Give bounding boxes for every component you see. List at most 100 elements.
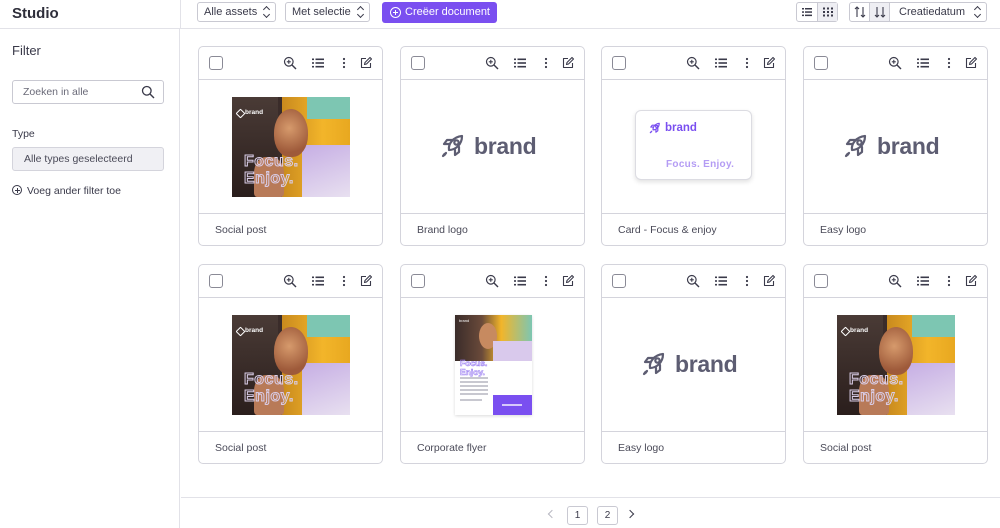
asset-card[interactable]: brand Focus. Enjoy. Corporate flyer bbox=[400, 264, 585, 464]
thumbnail-text-line2: Enjoy. bbox=[244, 170, 294, 188]
details-button[interactable] bbox=[513, 56, 527, 70]
zoom-in-icon bbox=[283, 274, 297, 288]
card-toolbar bbox=[804, 47, 987, 80]
zoom-button[interactable] bbox=[686, 274, 700, 288]
type-select[interactable]: Alle types geselecteerd bbox=[12, 147, 164, 171]
more-options-button[interactable] bbox=[942, 56, 956, 70]
card-select-checkbox[interactable] bbox=[814, 274, 828, 288]
details-button[interactable] bbox=[916, 56, 930, 70]
previous-page-chevron-icon[interactable] bbox=[547, 509, 557, 519]
edit-button[interactable] bbox=[762, 274, 776, 288]
zoom-button[interactable] bbox=[283, 274, 297, 288]
card-caption: Social post bbox=[820, 442, 872, 454]
edit-button[interactable] bbox=[359, 56, 373, 70]
card-select-checkbox[interactable] bbox=[612, 56, 626, 70]
details-button[interactable] bbox=[311, 274, 325, 288]
asset-card[interactable]: brand Focus. Enjoy. Social post bbox=[198, 46, 383, 246]
edit-icon bbox=[562, 274, 575, 287]
zoom-button[interactable] bbox=[888, 56, 902, 70]
edit-button[interactable] bbox=[964, 56, 978, 70]
next-page-chevron-icon[interactable] bbox=[625, 509, 635, 519]
sort-field-select[interactable]: Creatiedatum bbox=[890, 3, 986, 21]
details-button[interactable] bbox=[714, 274, 728, 288]
edit-button[interactable] bbox=[762, 56, 776, 70]
details-list-icon bbox=[514, 58, 526, 68]
asset-card[interactable]: brand Focus. Enjoy. Social post bbox=[803, 264, 988, 464]
edit-button[interactable] bbox=[964, 274, 978, 288]
card-select-checkbox[interactable] bbox=[411, 274, 425, 288]
zoom-button[interactable] bbox=[283, 56, 297, 70]
plus-circle-icon bbox=[12, 185, 22, 195]
card-select-checkbox[interactable] bbox=[814, 56, 828, 70]
asset-card[interactable]: brand Easy logo bbox=[601, 264, 786, 464]
add-filter-label: Voeg ander filter toe bbox=[27, 185, 121, 197]
sort-descending-button[interactable] bbox=[870, 3, 890, 21]
zoom-button[interactable] bbox=[485, 56, 499, 70]
list-view-button[interactable] bbox=[797, 3, 817, 21]
asset-card[interactable]: brand Brand logo bbox=[400, 46, 585, 246]
page-button-2[interactable]: 2 bbox=[597, 506, 618, 525]
card-select-checkbox[interactable] bbox=[411, 56, 425, 70]
zoom-button[interactable] bbox=[888, 274, 902, 288]
more-options-button[interactable] bbox=[337, 274, 351, 288]
card-select-checkbox[interactable] bbox=[209, 56, 223, 70]
zoom-in-icon bbox=[686, 274, 700, 288]
card-select-checkbox[interactable] bbox=[612, 274, 626, 288]
more-vertical-icon bbox=[947, 275, 951, 287]
thumbnail-brand-text: brand bbox=[237, 109, 263, 116]
flyer-brand-text: brand bbox=[459, 318, 470, 323]
more-options-button[interactable] bbox=[539, 274, 553, 288]
card-preview[interactable]: brand Focus. Enjoy. bbox=[199, 80, 382, 214]
card-caption: Corporate flyer bbox=[417, 442, 487, 454]
thumbnail-brand-text: brand bbox=[237, 327, 263, 334]
more-options-button[interactable] bbox=[539, 56, 553, 70]
list-view-icon bbox=[802, 8, 812, 17]
rocket-icon bbox=[441, 134, 464, 158]
create-document-button[interactable]: Creëer document bbox=[382, 2, 497, 23]
asset-card[interactable]: brand Focus. Enjoy. Social post bbox=[198, 264, 383, 464]
edit-icon bbox=[360, 56, 373, 69]
card-preview[interactable]: brand bbox=[804, 80, 987, 214]
card-preview[interactable]: brand Focus. Enjoy. bbox=[401, 298, 584, 432]
search-icon[interactable] bbox=[141, 85, 155, 99]
sort-ascending-button[interactable] bbox=[850, 3, 870, 21]
updown-icon bbox=[358, 6, 364, 18]
edit-icon bbox=[360, 274, 373, 287]
grid-view-button[interactable] bbox=[817, 3, 837, 21]
details-list-icon bbox=[715, 276, 727, 286]
card-toolbar bbox=[401, 265, 584, 298]
asset-card[interactable]: brand Focus. Enjoy. Card - Focus & enjoy bbox=[601, 46, 786, 246]
card-preview[interactable]: brand Focus. Enjoy. bbox=[199, 298, 382, 432]
asset-card[interactable]: brand Easy logo bbox=[803, 46, 988, 246]
zoom-in-icon bbox=[888, 274, 902, 288]
thumbnail-text-line2: Enjoy. bbox=[849, 388, 899, 406]
view-toggle bbox=[796, 2, 838, 22]
add-filter-link[interactable]: Voeg ander filter toe bbox=[12, 185, 121, 197]
card-caption: Brand logo bbox=[417, 224, 468, 236]
details-button[interactable] bbox=[311, 56, 325, 70]
more-options-button[interactable] bbox=[942, 274, 956, 288]
more-options-button[interactable] bbox=[337, 56, 351, 70]
flyer-thumbnail: brand Focus. Enjoy. bbox=[455, 315, 532, 415]
updown-icon bbox=[264, 6, 270, 18]
edit-button[interactable] bbox=[561, 56, 575, 70]
card-preview[interactable]: brand Focus. Enjoy. bbox=[804, 298, 987, 432]
details-button[interactable] bbox=[714, 56, 728, 70]
details-button[interactable] bbox=[513, 274, 527, 288]
card-select-checkbox[interactable] bbox=[209, 274, 223, 288]
edit-button[interactable] bbox=[561, 274, 575, 288]
card-preview[interactable]: brand bbox=[401, 80, 584, 214]
more-options-button[interactable] bbox=[740, 56, 754, 70]
edit-button[interactable] bbox=[359, 274, 373, 288]
zoom-button[interactable] bbox=[686, 56, 700, 70]
card-preview[interactable]: brand bbox=[602, 298, 785, 432]
card-preview[interactable]: brand Focus. Enjoy. bbox=[602, 80, 785, 214]
page-button-1[interactable]: 1 bbox=[567, 506, 588, 525]
create-document-label: Creëer document bbox=[405, 6, 490, 18]
selection-select[interactable]: Met selectie bbox=[285, 2, 370, 22]
details-button[interactable] bbox=[916, 274, 930, 288]
assets-select[interactable]: Alle assets bbox=[197, 2, 277, 22]
zoom-button[interactable] bbox=[485, 274, 499, 288]
more-vertical-icon bbox=[544, 275, 548, 287]
more-options-button[interactable] bbox=[740, 274, 754, 288]
